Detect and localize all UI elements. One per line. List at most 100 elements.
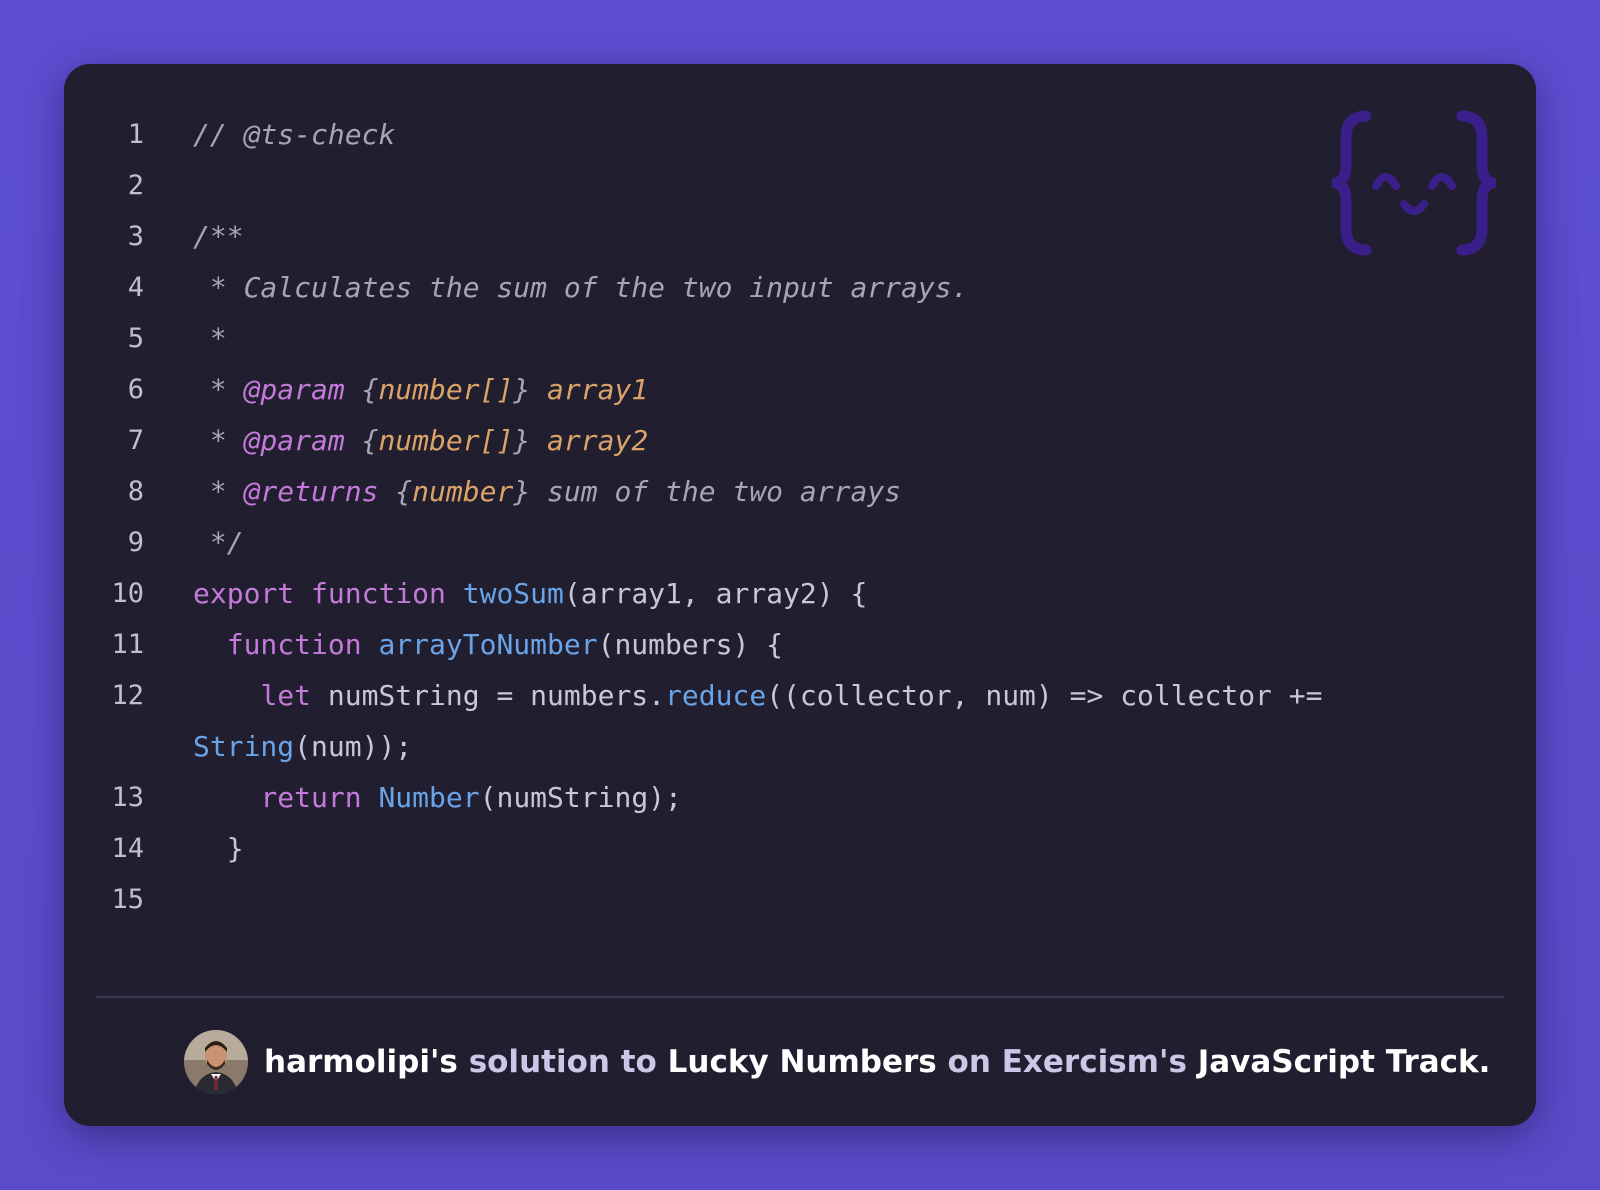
code-token: Number bbox=[378, 781, 480, 814]
line-number: 9 bbox=[127, 527, 144, 558]
code-token: twoSum bbox=[462, 577, 564, 610]
code-token: (numString); bbox=[479, 781, 682, 814]
code-token: arrayToNumber bbox=[378, 628, 598, 661]
site-name[interactable]: Exercism's bbox=[1002, 1044, 1187, 1080]
code-token: /** bbox=[193, 220, 244, 253]
code-text: // @ts-check bbox=[193, 109, 1493, 160]
line-number: 7 bbox=[127, 425, 144, 456]
code-token: array2 bbox=[547, 424, 649, 457]
line-number: 1 bbox=[127, 119, 144, 150]
attribution-footer: harmolipi's solution to Lucky Numbers on… bbox=[184, 1030, 1490, 1094]
line-number: 3 bbox=[127, 221, 144, 252]
code-token: { bbox=[378, 475, 413, 508]
code-token: number bbox=[412, 475, 514, 508]
code-token: } sum of the two arrays bbox=[513, 475, 902, 508]
code-token: { bbox=[344, 373, 379, 406]
code-text: function arrayToNumber(numbers) { bbox=[193, 619, 1493, 670]
code-token: reduce bbox=[665, 679, 767, 712]
code-token: (numbers) { bbox=[597, 628, 784, 661]
code-token: return bbox=[260, 781, 362, 814]
author-name[interactable]: harmolipi's bbox=[264, 1044, 458, 1080]
code-token: * bbox=[193, 373, 244, 406]
solution-to-text: solution to bbox=[468, 1044, 657, 1080]
code-line: 9 */ bbox=[64, 517, 1536, 568]
line-number: 6 bbox=[127, 374, 144, 405]
code-line: 10 export function twoSum(array1, array2)… bbox=[64, 568, 1536, 619]
code-line: 13 return Number(numString); bbox=[64, 772, 1536, 823]
code-token: * bbox=[193, 424, 244, 457]
code-token: @param bbox=[243, 373, 345, 406]
code-card: 1 // @ts-check 2 3 /** 4 * Calculates the sum… bbox=[64, 64, 1536, 1126]
code-token: * Calculates the sum of the two input ar… bbox=[193, 271, 969, 304]
line-number: 4 bbox=[127, 272, 144, 303]
line-number: 10 bbox=[111, 578, 144, 609]
code-line: 3 /** bbox=[64, 211, 1536, 262]
code-token: @param bbox=[243, 424, 345, 457]
line-number: 11 bbox=[111, 629, 144, 660]
code-text: * Calculates the sum of the two input ar… bbox=[193, 262, 1493, 313]
code-text: */ bbox=[193, 517, 1493, 568]
code-line: 7 * @param {number[]} array2 bbox=[64, 415, 1536, 466]
code-token: array1 bbox=[547, 373, 649, 406]
line-number: 14 bbox=[111, 833, 144, 864]
code-token: export bbox=[193, 577, 295, 610]
code-token: } bbox=[513, 373, 548, 406]
code-line: 12 let numString = numbers.reduce((colle… bbox=[64, 670, 1536, 772]
code-line: 5 * bbox=[64, 313, 1536, 364]
code-text: export function twoSum(array1, array2) { bbox=[193, 568, 1493, 619]
code-line: 14 } bbox=[64, 823, 1536, 874]
code-block: 1 // @ts-check 2 3 /** 4 * Calculates the sum… bbox=[64, 109, 1536, 925]
code-token: { bbox=[344, 424, 379, 457]
code-line: 8 * @returns {number} sum of the two arr… bbox=[64, 466, 1536, 517]
line-number: 12 bbox=[111, 680, 144, 711]
code-token: * bbox=[193, 322, 227, 355]
code-text: * @param {number[]} array1 bbox=[193, 364, 1493, 415]
code-token: number[] bbox=[378, 373, 514, 406]
code-token: } bbox=[513, 424, 548, 457]
line-number: 5 bbox=[127, 323, 144, 354]
code-token: */ bbox=[193, 526, 244, 559]
code-text: return Number(numString); bbox=[193, 772, 1493, 823]
code-token: number[] bbox=[378, 424, 514, 457]
code-token: // @ts-check bbox=[193, 118, 396, 151]
code-text: } bbox=[193, 823, 1493, 874]
code-token: @returns bbox=[243, 475, 379, 508]
code-line: 4 * Calculates the sum of the two input … bbox=[64, 262, 1536, 313]
code-text: let numString = numbers.reduce((collecto… bbox=[193, 670, 1493, 772]
line-number: 8 bbox=[127, 476, 144, 507]
exercise-name[interactable]: Lucky Numbers bbox=[668, 1044, 937, 1080]
line-number: 13 bbox=[111, 782, 144, 813]
code-token: } bbox=[193, 832, 244, 865]
code-token: let bbox=[260, 679, 312, 712]
code-token: (array1, array2) { bbox=[563, 577, 868, 610]
footer-divider bbox=[96, 996, 1504, 998]
code-line: 15 bbox=[64, 874, 1536, 925]
code-line: 2 bbox=[64, 160, 1536, 211]
code-token: function bbox=[226, 628, 362, 661]
code-text: * @returns {number} sum of the two array… bbox=[193, 466, 1493, 517]
code-token: function bbox=[311, 577, 446, 610]
code-token: String bbox=[193, 730, 295, 763]
line-number: 2 bbox=[127, 170, 144, 201]
code-text: * bbox=[193, 313, 1493, 364]
line-number: 15 bbox=[111, 884, 144, 915]
code-token: * bbox=[193, 475, 244, 508]
code-text: /** bbox=[193, 211, 1493, 262]
on-text: on bbox=[947, 1044, 991, 1080]
user-avatar[interactable] bbox=[184, 1030, 248, 1094]
code-token: (num)); bbox=[294, 730, 413, 763]
track-name[interactable]: JavaScript Track. bbox=[1198, 1044, 1491, 1080]
code-line: 1 // @ts-check bbox=[64, 109, 1536, 160]
code-line: 11 function arrayToNumber(numbers) { bbox=[64, 619, 1536, 670]
code-token: ((collector, num) => collector += bbox=[766, 679, 1340, 712]
code-token: numString = numbers. bbox=[311, 679, 666, 712]
code-text: * @param {number[]} array2 bbox=[193, 415, 1493, 466]
code-line: 6 * @param {number[]} array1 bbox=[64, 364, 1536, 415]
